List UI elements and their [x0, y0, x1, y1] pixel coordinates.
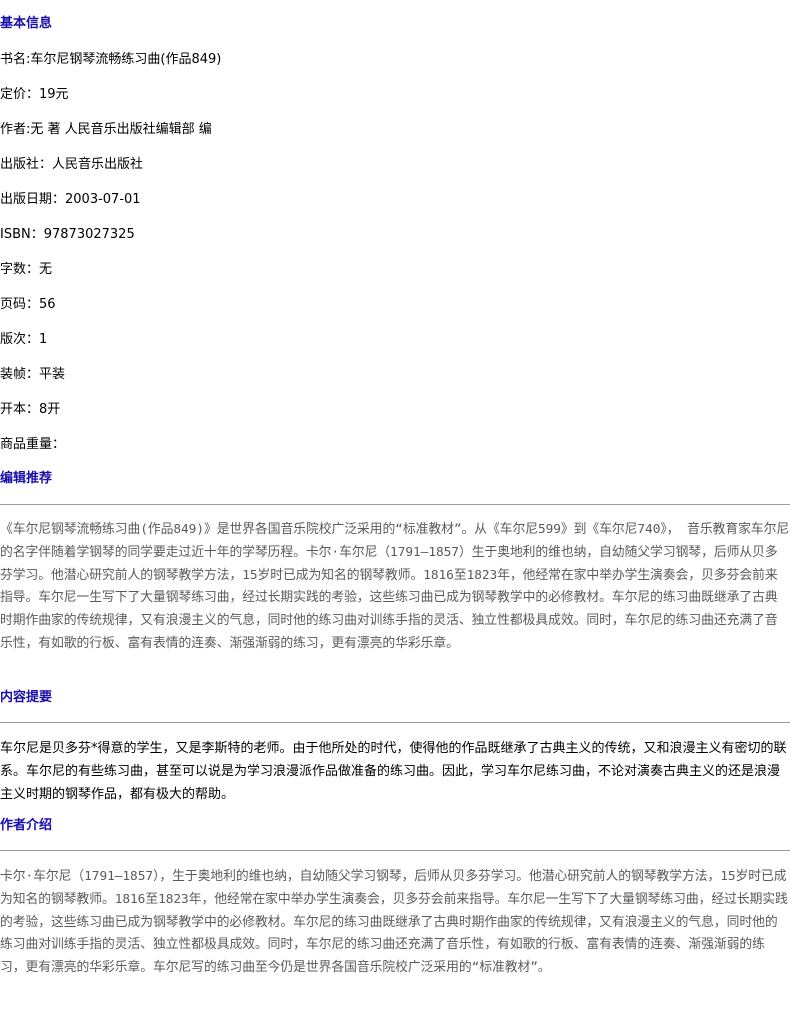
field-weight: 商品重量：	[0, 437, 66, 452]
section-divider	[0, 722, 790, 723]
section-heading-author-intro: 作者介绍	[0, 818, 53, 833]
section-divider	[0, 504, 790, 505]
section-divider	[0, 850, 790, 851]
field-edition: 版次：1	[0, 332, 48, 347]
field-title: 书名:车尔尼钢琴流畅练习曲(作品849)	[0, 52, 222, 67]
field-publisher: 出版社：人民音乐出版社	[0, 157, 144, 172]
author-intro-text: 卡尔·车尔尼（1791—1857），生于奥地利的维也纳，自幼随父学习钢琴，后师从…	[0, 869, 788, 975]
editor-recommend-text: 《车尔尼钢琴流畅练习曲(作品849)》是世界各国音乐院校广泛采用的“标准教材”。…	[0, 522, 790, 651]
field-publish-date: 出版日期：2003-07-01	[0, 192, 141, 207]
section-heading-basic-info: 基本信息	[0, 16, 53, 31]
field-page-count: 页码：56	[0, 297, 56, 312]
field-word-count: 字数：无	[0, 262, 53, 277]
field-author: 作者:无 著 人民音乐出版社编辑部 编	[0, 122, 212, 137]
summary-text: 车尔尼是贝多芬*得意的学生，又是李斯特的老师。由于他所处的时代，使得他的作品既继…	[0, 741, 787, 802]
field-price: 定价：19元	[0, 87, 69, 102]
section-heading-editor-recommend: 编辑推荐	[0, 471, 53, 486]
field-format: 开本：8开	[0, 402, 61, 417]
section-heading-summary: 内容提要	[0, 690, 53, 705]
field-isbn: ISBN：97873027325	[0, 227, 135, 242]
field-binding: 装帧：平装	[0, 367, 66, 382]
